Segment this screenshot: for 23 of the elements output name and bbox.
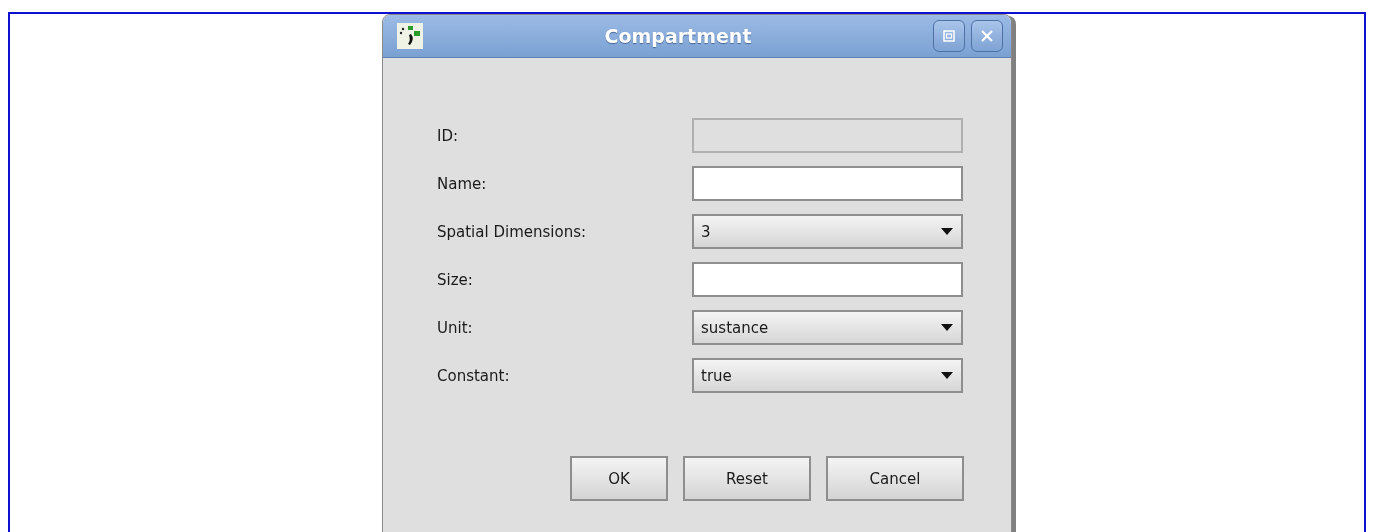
dialog-button[interactable]: Reset (683, 456, 811, 501)
close-icon (980, 29, 994, 43)
input-field[interactable] (692, 166, 963, 201)
field-label: Size: (437, 270, 474, 289)
field-label: Constant: (437, 366, 511, 385)
maximize-icon (942, 29, 956, 43)
window-title: Compartment (603, 25, 753, 47)
close-button[interactable] (971, 20, 1003, 52)
app-icon (397, 23, 423, 49)
caret-icon (941, 228, 953, 235)
dropdown[interactable]: true (692, 358, 963, 393)
input-field[interactable] (692, 262, 963, 297)
caret-icon (941, 324, 953, 331)
maximize-button[interactable] (933, 20, 965, 52)
dropdown[interactable]: 3 (692, 214, 963, 249)
field-label: ID: (437, 126, 460, 145)
dialog-button[interactable]: OK (570, 456, 668, 501)
dropdown[interactable]: sustance (692, 310, 963, 345)
caret-icon (941, 372, 953, 379)
field-label: Name: (437, 174, 488, 193)
field-label: Unit: (437, 318, 474, 337)
dialog-button[interactable]: Cancel (826, 456, 964, 501)
field-label: Spatial Dimensions: (437, 222, 587, 241)
